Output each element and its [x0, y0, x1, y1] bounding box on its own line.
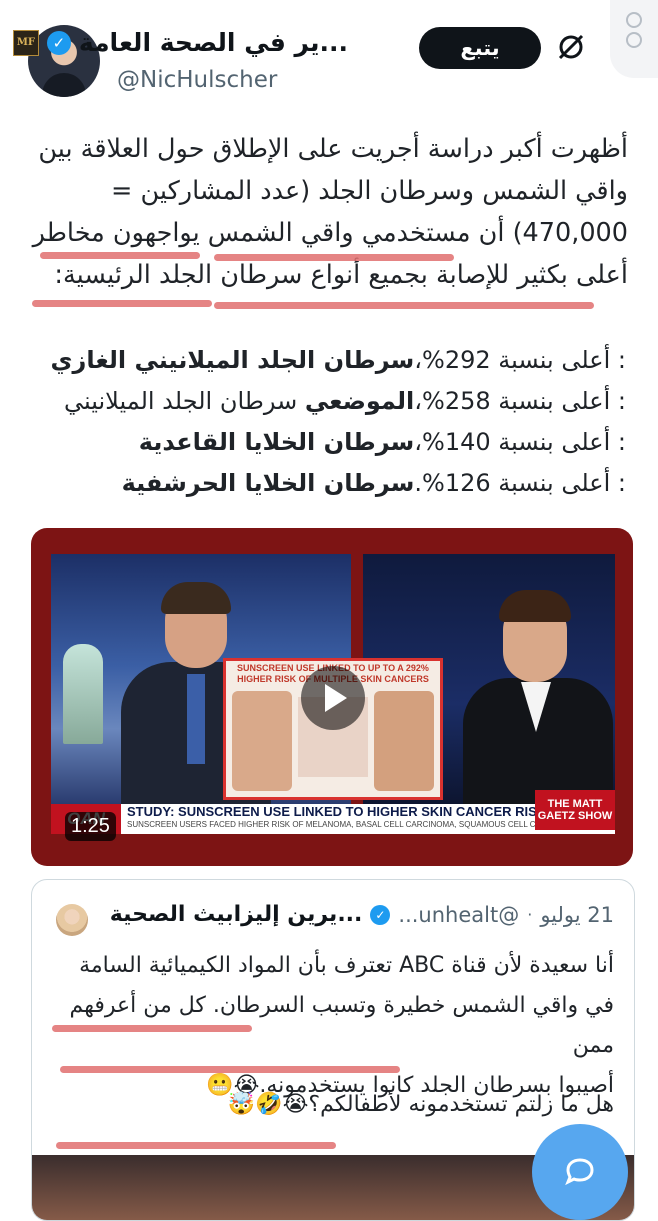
play-icon[interactable] [301, 666, 365, 730]
quoted-header: 21 يوليو · @unhealt... ✓ ...يرين إليزابي… [110, 902, 614, 927]
capitol-dome [63, 644, 103, 744]
list-item-prefix: : أعلى بنسبة 292%، [414, 346, 626, 374]
follow-button[interactable]: يتبع [419, 27, 541, 69]
underline-annotation [40, 252, 200, 259]
news-subheadline: SUNSCREEN USERS FACED HIGHER RISK OF MEL… [127, 820, 579, 829]
menu-dot-icon [626, 12, 642, 28]
tweet-line: أظهرت أكبر دراسة أجريت على الإطلاق حول ا… [38, 134, 628, 164]
more-menu-icon[interactable] [610, 0, 658, 78]
list-item: : أعلى بنسبة 140%،سرطان الخلايا القاعدية [26, 422, 626, 463]
list-item-prefix: : أعلى بنسبة 126%. [414, 469, 626, 497]
list-item: : أعلى بنسبة 292%،سرطان الجلد الميلانيني… [26, 340, 626, 381]
list-item-prefix: : أعلى بنسبة 258%، [414, 387, 626, 415]
news-headline: STUDY: SUNSCREEN USE LINKED TO HIGHER SK… [127, 804, 547, 819]
list-item: : أعلى بنسبة 258%،الموضعي سرطان الجلد ال… [26, 381, 626, 422]
underline-annotation [52, 1025, 252, 1032]
underline-annotation [214, 302, 594, 309]
list-item-rest: سرطان الجلد الميلانيني [63, 387, 305, 415]
underline-annotation [60, 1066, 400, 1073]
quoted-date: 21 يوليو [540, 902, 614, 927]
separator-dot: · [527, 905, 533, 924]
display-name[interactable]: ...ير في الصحة العامة [79, 28, 348, 57]
chat-bubble-icon [565, 1158, 594, 1186]
quoted-text-question: هل ما زلتم تستخدمونه لأطفالكم؟😭🤣🤯 [227, 1092, 614, 1117]
news-lower-third: OAN STUDY: SUNSCREEN USE LINKED TO HIGHE… [51, 790, 615, 834]
list-item-bold: سرطان الجلد الميلانيني الغازي [50, 346, 415, 374]
video-duration: 1:25 [65, 812, 116, 841]
author-name-row[interactable]: ...ير في الصحة العامة ✓ MF [12, 28, 348, 57]
quoted-handle: @unhealt... [398, 902, 520, 927]
verified-badge-icon: ✓ [370, 904, 391, 925]
quoted-name: ...يرين إليزابيث الصحية [109, 902, 363, 927]
underline-annotation [56, 1142, 336, 1149]
author-handle[interactable]: @NicHulscher [117, 67, 277, 93]
graphic-photo [232, 691, 292, 791]
graphic-photo [374, 691, 434, 791]
list-item-bold: سرطان الخلايا الحرشفية [121, 469, 415, 497]
stats-list: : أعلى بنسبة 292%،سرطان الجلد الميلانيني… [26, 340, 626, 504]
list-item-bold: الموضعي [304, 387, 415, 415]
grok-icon[interactable] [556, 32, 586, 62]
tweet-text: أظهرت أكبر دراسة أجريت على الإطلاق حول ا… [28, 128, 628, 296]
show-logo: THE MATT GAETZ SHOW [535, 790, 615, 830]
verified-badge-icon: ✓ [46, 30, 71, 55]
list-item: : أعلى بنسبة 126%.سرطان الخلايا الحرشفية [26, 463, 626, 504]
video-player[interactable]: SUNSCREEN USE LINKED TO UP TO A 292% HIG… [31, 528, 633, 866]
quoted-avatar[interactable] [56, 904, 88, 936]
underline-annotation [32, 300, 212, 307]
tweet-line: 470,000) أن مستخدمي واقي الشمس يواجهون م… [32, 218, 628, 248]
compose-button[interactable] [532, 1124, 628, 1220]
list-item-prefix: : أعلى بنسبة 140%، [414, 428, 626, 456]
list-item-bold: سرطان الخلايا القاعدية [138, 428, 415, 456]
affiliate-badge-icon: MF [12, 29, 39, 56]
quoted-line: أنا سعيدة لأن قناة ABC تعترف بأن المواد … [79, 953, 614, 978]
guest-figure [463, 590, 613, 804]
tweet-line: واقي الشمس وسرطان الجلد (عدد المشاركين = [111, 176, 628, 206]
menu-dot-icon [626, 32, 642, 48]
underline-annotation [214, 254, 454, 261]
